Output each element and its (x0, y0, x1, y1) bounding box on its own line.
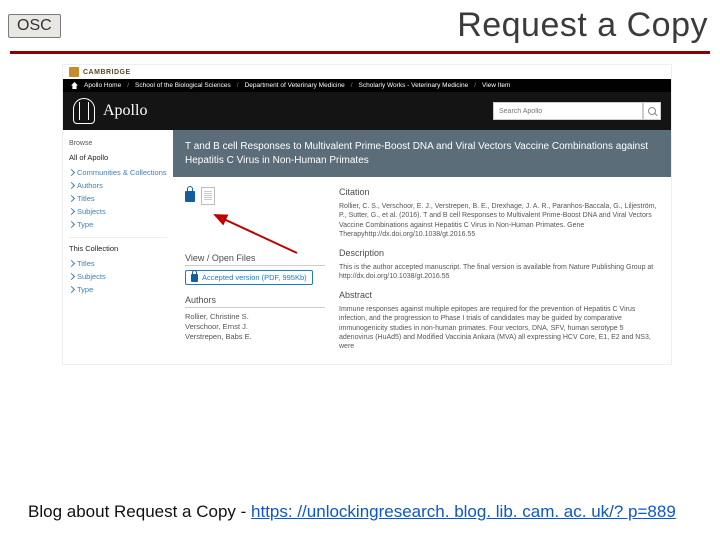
pill-label: Accepted version (PDF, 995Kb) (202, 273, 307, 282)
sidebar-all-heading: All of Apollo (69, 153, 167, 162)
sidebar-item-subjects[interactable]: Subjects (69, 205, 167, 218)
slide-title: Request a Copy (457, 6, 708, 45)
osc-badge: OSC (8, 14, 61, 38)
chevron-right-icon (68, 182, 75, 189)
crumb-sep: / (351, 82, 353, 89)
sidebar-item-label: Type (77, 220, 93, 229)
lock-icon (191, 274, 198, 282)
crumb-school[interactable]: School of the Biological Sciences (135, 82, 231, 89)
crumb-sep: / (127, 82, 129, 89)
apollo-brand: Apollo (103, 102, 147, 120)
crumb-home[interactable]: Apollo Home (84, 82, 121, 89)
crumb-dept[interactable]: Department of Veterinary Medicine (245, 82, 345, 89)
sidebar-item-titles[interactable]: Titles (69, 192, 167, 205)
sidebar-item-label: Titles (77, 194, 95, 203)
abstract-heading: Abstract (339, 290, 659, 302)
chevron-right-icon (68, 169, 75, 176)
caption-link[interactable]: https: //unlockingresearch. blog. lib. c… (251, 502, 676, 521)
crumb-sep: / (474, 82, 476, 89)
breadcrumb-nav: Apollo Home / School of the Biological S… (63, 79, 671, 92)
brand-row: Apollo (63, 92, 671, 130)
sidebar-item-titles-2[interactable]: Titles (69, 257, 167, 270)
authors-list: Rollier, Christine S. Verschoor, Ernst J… (185, 312, 325, 341)
authors-heading: Authors (185, 295, 325, 308)
chevron-right-icon (68, 195, 75, 202)
sidebar-item-subjects-2[interactable]: Subjects (69, 270, 167, 283)
header-rule (10, 51, 710, 54)
sidebar-item-authors[interactable]: Authors (69, 179, 167, 192)
cambridge-name: CAMBRIDGE (83, 69, 131, 76)
sidebar-item-communities[interactable]: Communities & Collections (69, 166, 167, 179)
cambridge-crest-icon (69, 67, 79, 77)
sidebar-item-type-2[interactable]: Type (69, 283, 167, 296)
chevron-right-icon (68, 221, 75, 228)
chevron-right-icon (68, 286, 75, 293)
lock-icon (185, 191, 195, 202)
sidebar-item-label: Subjects (77, 272, 106, 281)
search-input[interactable] (493, 102, 643, 120)
search-icon (648, 107, 656, 115)
apollo-lyre-icon (73, 98, 95, 124)
crumb-view: View Item (482, 82, 510, 89)
apollo-screenshot: CAMBRIDGE Apollo Home / School of the Bi… (62, 64, 672, 365)
sidebar-item-label: Type (77, 285, 93, 294)
home-icon[interactable] (71, 82, 78, 89)
browse-sidebar: Browse All of Apollo Communities & Colle… (63, 130, 173, 364)
chevron-right-icon (68, 273, 75, 280)
record-title: T and B cell Responses to Multivalent Pr… (173, 130, 671, 177)
sidebar-item-label: Subjects (77, 207, 106, 216)
annotation-arrow (195, 211, 325, 251)
cambridge-bar: CAMBRIDGE (63, 65, 671, 79)
sidebar-item-label: Titles (77, 259, 95, 268)
citation-heading: Citation (339, 187, 659, 199)
sidebar-browse-label: Browse (69, 140, 167, 147)
document-icon (201, 187, 215, 205)
slide-caption: Blog about Request a Copy - https: //unl… (28, 502, 676, 522)
sidebar-item-label: Authors (77, 181, 103, 190)
file-preview[interactable] (185, 187, 325, 205)
description-heading: Description (339, 248, 659, 260)
crumb-collection[interactable]: Scholarly Works - Veterinary Medicine (359, 82, 469, 89)
sidebar-item-type[interactable]: Type (69, 218, 167, 231)
description-text: This is the author accepted manuscript. … (339, 263, 659, 282)
caption-prefix: Blog about Request a Copy - (28, 502, 251, 521)
chevron-right-icon (68, 260, 75, 267)
crumb-sep: / (237, 82, 239, 89)
abstract-text: Immune responses against multiple epitop… (339, 305, 659, 352)
chevron-right-icon (68, 208, 75, 215)
sidebar-this-heading: This Collection (69, 237, 167, 253)
accepted-version-link[interactable]: Accepted version (PDF, 995Kb) (185, 270, 313, 285)
sidebar-item-label: Communities & Collections (77, 168, 167, 177)
search-button[interactable] (643, 102, 661, 120)
citation-text: Rollier, C. S., Verschoor, E. J., Verstr… (339, 202, 659, 240)
